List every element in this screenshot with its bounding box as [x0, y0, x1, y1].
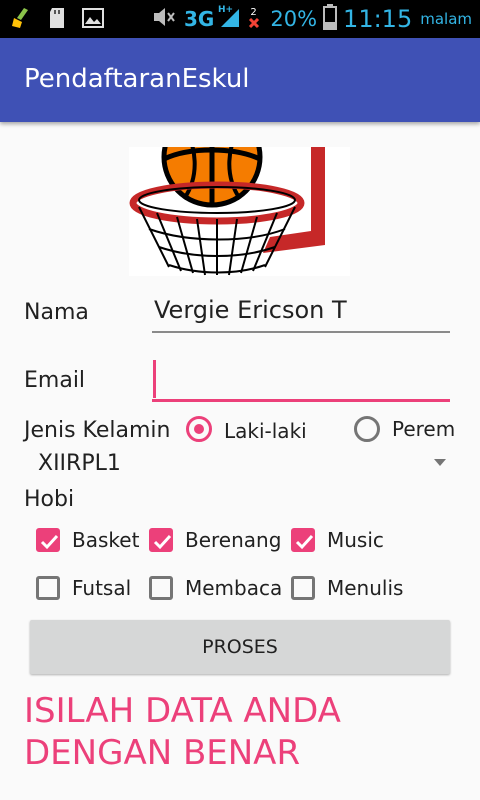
- checkbox-berenang[interactable]: [149, 528, 173, 552]
- checkbox-label-berenang: Berenang: [185, 528, 282, 552]
- basketball-hoop-image: [129, 147, 350, 276]
- email-field-underline: [152, 399, 450, 402]
- email-text-cursor: [153, 360, 156, 398]
- email-label: Email: [24, 368, 86, 393]
- kelas-spinner[interactable]: XIIRPL1: [38, 451, 121, 476]
- checkmark-icon: [40, 534, 59, 550]
- clock: 11:15: [343, 5, 413, 33]
- broom-icon: [10, 6, 32, 30]
- network-type: 3G H+: [184, 5, 234, 31]
- checkbox-futsal[interactable]: [36, 576, 60, 600]
- gender-label-laki-laki: Laki-laki: [224, 419, 307, 443]
- checkbox-label-futsal: Futsal: [72, 576, 132, 600]
- nama-field-underline: [152, 331, 450, 333]
- sim-no-signal-icon: 2: [246, 5, 264, 33]
- nama-label: Nama: [24, 300, 89, 325]
- gender-radio-laki-laki[interactable]: [186, 416, 212, 442]
- checkmark-icon: [153, 534, 172, 550]
- hobi-label: Hobi: [24, 487, 75, 512]
- checkbox-label-menulis: Menulis: [327, 576, 404, 600]
- image-icon: [82, 6, 104, 30]
- status-bar: 3G H+ 2 20% 11:15 malam: [0, 0, 480, 38]
- proses-button[interactable]: PROSES: [30, 620, 450, 674]
- email-field[interactable]: [154, 364, 444, 398]
- checkbox-membaca[interactable]: [149, 576, 173, 600]
- gender-label-perempuan: Perem: [392, 417, 456, 441]
- checkbox-label-music: Music: [327, 528, 384, 552]
- validation-message: ISILAH DATA ANDA DENGAN BENAR: [24, 691, 341, 773]
- nama-field[interactable]: Vergie Ericson T: [154, 296, 347, 324]
- app-title: PendaftaranEskul: [24, 64, 250, 94]
- jenis-kelamin-label: Jenis Kelamin: [24, 418, 171, 443]
- checkbox-label-membaca: Membaca: [185, 576, 283, 600]
- dropdown-arrow-icon[interactable]: [434, 459, 446, 466]
- checkmark-icon: [295, 534, 314, 550]
- checkbox-label-basket: Basket: [72, 528, 140, 552]
- checkbox-basket[interactable]: [36, 528, 60, 552]
- clock-ampm: malam: [420, 10, 472, 28]
- checkbox-menulis[interactable]: [291, 576, 315, 600]
- battery-icon: [323, 4, 338, 34]
- mute-icon: [152, 6, 178, 32]
- app-bar: PendaftaranEskul: [0, 38, 480, 122]
- gender-radio-perempuan[interactable]: [354, 416, 380, 442]
- checkbox-music[interactable]: [291, 528, 315, 552]
- battery-percent: 20%: [270, 7, 318, 31]
- sd-card-icon: [46, 6, 68, 30]
